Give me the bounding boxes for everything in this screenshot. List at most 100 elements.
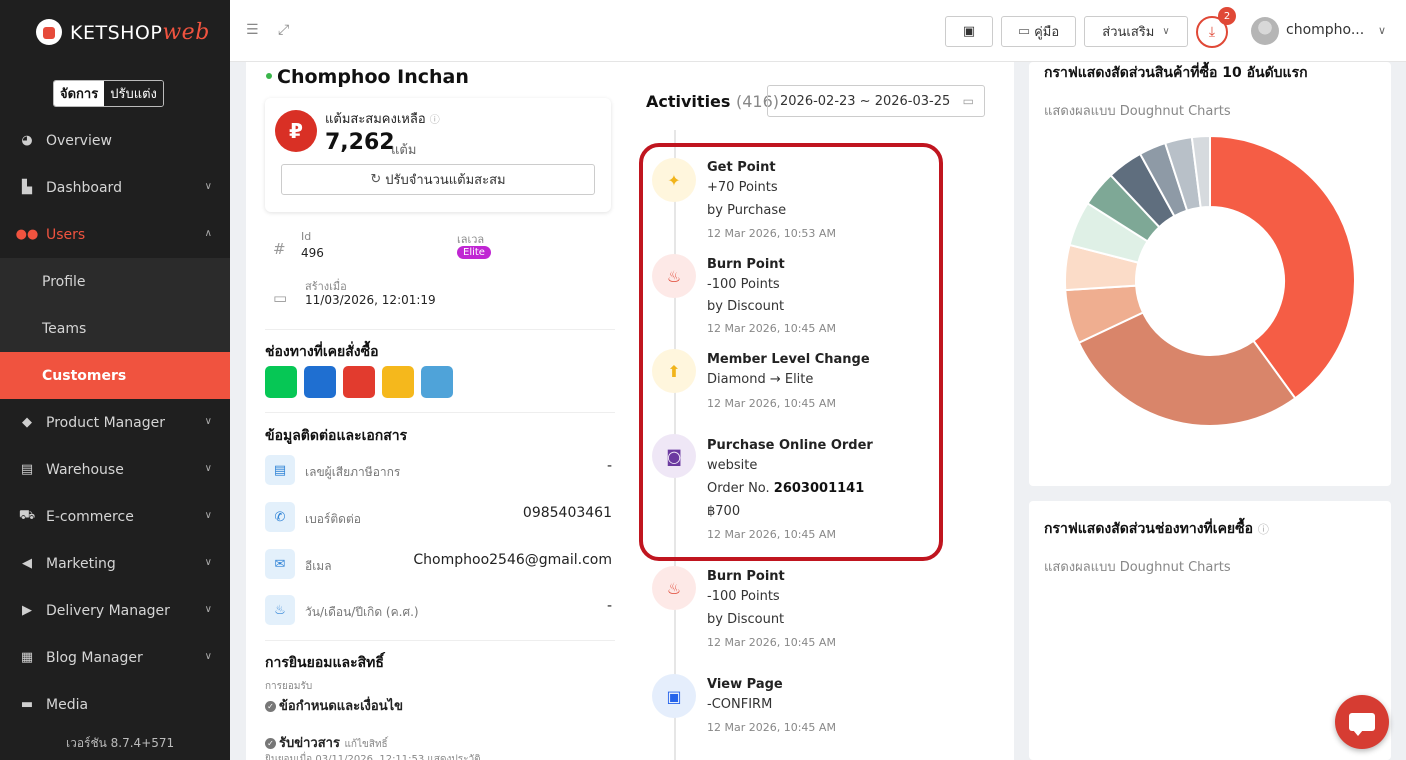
phone-value[interactable]: 0985403461: [523, 505, 612, 521]
top-products-chart-subtitle: แสดงผลแบบ Doughnut Charts: [1044, 104, 1231, 119]
guide-label: คู่มือ: [1034, 25, 1060, 40]
contact-title: ข้อมูลติดต่อและเอกสาร: [265, 428, 408, 444]
mode-manage-button[interactable]: จัดการ: [54, 81, 105, 106]
sidebar-menu: ◕ Overview ▙ Dashboard ∨ ●● Users ∧ Prof…: [0, 117, 230, 728]
addons-dropdown[interactable]: ส่วนเสริม ∨: [1084, 16, 1188, 47]
mobile-channel-icon: [382, 366, 414, 398]
warehouse-icon: ▤: [20, 462, 34, 477]
check-circle-icon: ✓: [265, 701, 276, 712]
points-label: แต้มสะสมคงเหลือ: [325, 112, 426, 127]
chevron-down-icon: ∨: [204, 651, 212, 662]
chevron-down-icon: ∨: [204, 463, 212, 474]
id-value: 496: [301, 246, 324, 260]
check-circle-icon: ✓: [265, 738, 276, 749]
sidebar-item-warehouse[interactable]: ▤ Warehouse ∨: [0, 446, 230, 493]
points-coin-icon: ₽: [275, 110, 317, 152]
brand-logo[interactable]: KETSHOPweb: [0, 0, 230, 64]
sidebar-item-label: Media: [46, 696, 89, 713]
mode-customize-button[interactable]: ปรับแต่ง: [104, 81, 163, 106]
sidebar-item-overview[interactable]: ◕ Overview: [0, 117, 230, 164]
order-channels: [265, 366, 453, 398]
collapse-sidebar-icon[interactable]: ☰: [246, 22, 259, 38]
sidebar-item-ecommerce[interactable]: ⛟ E-commerce ∨: [0, 493, 230, 540]
info-icon[interactable]: ⓘ: [1258, 523, 1269, 536]
activity-title: Burn Point: [707, 569, 785, 584]
website-channel-icon: [421, 366, 453, 398]
chat-button[interactable]: [1335, 695, 1389, 749]
sidebar-item-label: Users: [46, 226, 86, 243]
sidebar-item-marketing[interactable]: ◀ Marketing ∨: [0, 540, 230, 587]
phone-label: เบอร์ติดต่อ: [305, 512, 361, 526]
book-icon: ▭: [1017, 24, 1031, 39]
points-unit: แต้ม: [391, 143, 417, 158]
sidebar-item-media[interactable]: ▬ Media: [0, 681, 230, 728]
edit-consent-link[interactable]: แก้ไขสิทธิ์: [344, 739, 387, 750]
sidebar-item-label: Delivery Manager: [46, 602, 170, 619]
consent-news: ✓ รับข่าวสาร แก้ไขสิทธิ์: [265, 732, 388, 753]
online-status-dot: [266, 73, 272, 79]
activity-detail: -100 Points: [707, 589, 780, 604]
fullscreen-icon[interactable]: ⤢: [278, 22, 289, 38]
cart-icon: ⛟: [18, 508, 36, 523]
truck-icon: ▶: [22, 603, 32, 618]
language-button[interactable]: ▣: [945, 16, 993, 47]
calendar-icon: ▭: [273, 289, 288, 307]
username[interactable]: chompho...: [1286, 22, 1364, 38]
consent-label: การยอมรับ: [265, 681, 313, 692]
date-range-picker[interactable]: 2026-02-23 ~ 2026-03-25 ▭: [767, 85, 985, 117]
sidebar-item-label: Blog Manager: [46, 649, 143, 666]
download-icon: ⤓: [1208, 24, 1216, 40]
chevron-down-icon: ∨: [204, 557, 212, 568]
tax-id-value: -: [606, 458, 612, 474]
guide-button[interactable]: ▭ คู่มือ: [1001, 16, 1076, 47]
avatar[interactable]: [1251, 17, 1279, 45]
sidebar-subitem-customers[interactable]: Customers: [0, 352, 230, 399]
points-card: ₽ แต้มสะสมคงเหลือ ⓘ 7,262 แต้ม ↻ ปรับจำน…: [265, 98, 611, 212]
adjust-points-button[interactable]: ↻ ปรับจำนวนแต้มสะสม: [281, 164, 595, 195]
sidebar-item-label: Marketing: [46, 555, 116, 572]
sidebar-item-blog-manager[interactable]: ▦ Blog Manager ∨: [0, 634, 230, 681]
email-value[interactable]: Chomphoo2546@gmail.com: [413, 552, 612, 568]
mode-toggle: จัดการ ปรับแต่ง: [53, 80, 164, 107]
top-products-doughnut-chart: [1064, 134, 1356, 427]
tax-id-label: เลขผู้เสียภาษีอากร: [305, 465, 401, 479]
sidebar-item-users[interactable]: ●● Users ∧: [0, 211, 230, 258]
activity-title: View Page: [707, 677, 783, 692]
brand-name-accent: web: [162, 19, 210, 45]
megaphone-icon: ◀: [22, 556, 32, 571]
sidebar-item-dashboard[interactable]: ▙ Dashboard ∨: [0, 164, 230, 211]
bar-chart-icon: ▙: [22, 180, 32, 195]
sidebar-item-label: E-commerce: [46, 508, 134, 525]
divider: [265, 640, 615, 641]
divider: [265, 329, 615, 330]
sidebar-item-label: Teams: [42, 320, 87, 337]
top-products-chart-title: กราฟแสดงสัดส่วนสินค้าที่ซื้อ 10 อันดับแร…: [1044, 65, 1308, 81]
chevron-down-icon[interactable]: ∨: [1378, 24, 1386, 37]
burn-point-icon: ♨: [652, 566, 696, 610]
points-value: 7,262: [325, 130, 395, 155]
hash-icon: #: [273, 240, 286, 258]
view-page-icon: ▣: [652, 674, 696, 718]
activity-detail: -CONFIRM: [707, 697, 773, 712]
brand-icon: [36, 19, 62, 45]
pos-channel-icon: [304, 366, 336, 398]
adjust-points-label: ปรับจำนวนแต้มสะสม: [385, 173, 506, 188]
blog-icon: ▦: [20, 650, 34, 665]
activity-time: 12 Mar 2026, 10:45 AM: [707, 636, 836, 649]
info-icon[interactable]: ⓘ: [430, 115, 440, 126]
doughnut-slice-2[interactable]: [1077, 311, 1297, 427]
shop-channel-icon: [343, 366, 375, 398]
topbar: ☰ ⤢ ▣ ▭ คู่มือ ส่วนเสริม ∨ ⤓ 2 chompho..…: [230, 0, 1406, 62]
sidebar-item-label: Customers: [42, 367, 127, 384]
sidebar-subitem-profile[interactable]: Profile: [0, 258, 230, 305]
id-label: Id: [301, 230, 312, 243]
sidebar-item-label: Product Manager: [46, 414, 165, 431]
sidebar: KETSHOPweb จัดการ ปรับแต่ง ◕ Overview ▙ …: [0, 0, 230, 760]
sidebar-item-delivery-manager[interactable]: ▶ Delivery Manager ∨: [0, 587, 230, 634]
consent-title: การยินยอมและสิทธิ์: [265, 655, 384, 671]
sidebar-item-product-manager[interactable]: ◆ Product Manager ∨: [0, 399, 230, 446]
channels-chart-title-text: กราฟแสดงสัดส่วนช่องทางที่เคยซื้อ: [1044, 521, 1254, 537]
customer-name: Chomphoo Inchan: [277, 66, 469, 88]
sidebar-item-label: Warehouse: [46, 461, 124, 478]
sidebar-subitem-teams[interactable]: Teams: [0, 305, 230, 352]
